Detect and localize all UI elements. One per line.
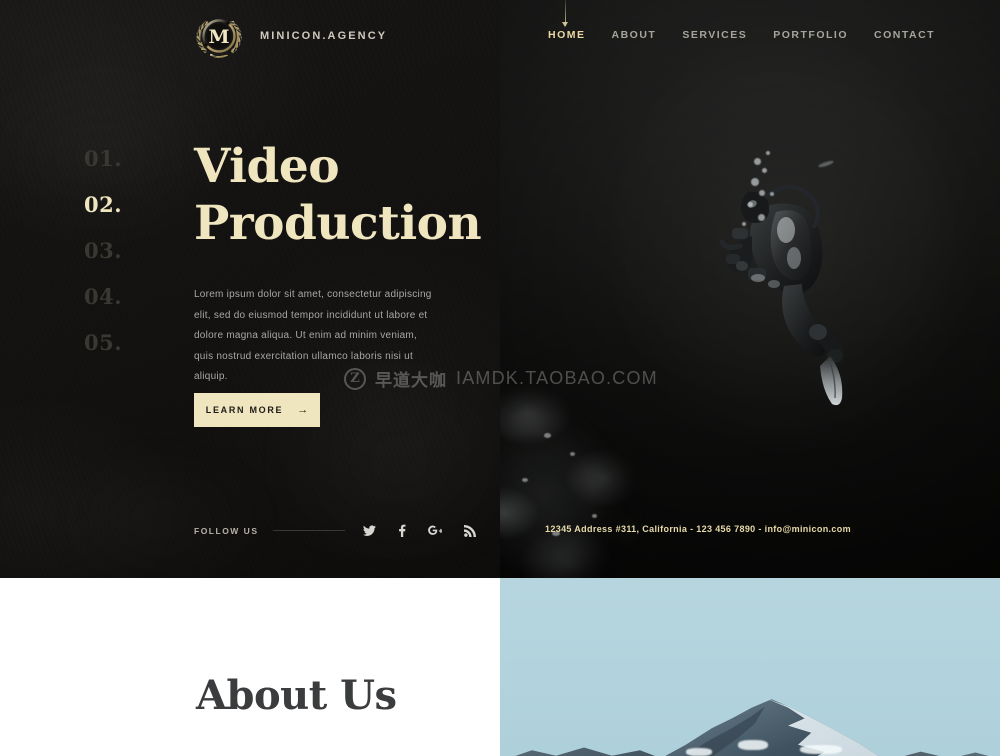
bubble-icon [754, 158, 761, 165]
slide-pagination: 01. 02. 03. 04. 05. [84, 146, 122, 355]
bubble-icon [766, 151, 770, 155]
nav-item-about[interactable]: ABOUT [612, 29, 657, 41]
diver-figure [718, 150, 868, 410]
nav-item-portfolio[interactable]: PORTFOLIO [773, 29, 848, 41]
twitter-icon[interactable] [362, 524, 376, 537]
brand-name: MINICON.AGENCY [260, 30, 388, 42]
bubble-icon [770, 192, 774, 196]
reef-highlight [592, 514, 597, 518]
snow-patch [686, 748, 712, 756]
hero-title: Video Production [194, 138, 494, 253]
svg-text:M: M [208, 26, 229, 48]
bubble-icon [751, 178, 759, 186]
slide-number-02[interactable]: 02. [84, 192, 122, 217]
about-section: About Us Who We Are? [0, 578, 1000, 756]
bubble-icon [742, 222, 746, 226]
slide-number-01[interactable]: 01. [84, 146, 122, 171]
snow-patch [800, 745, 842, 754]
facebook-icon[interactable] [398, 524, 406, 537]
nav-item-contact[interactable]: CONTACT [874, 29, 935, 41]
page-root: 12345 Address #311, California - 123 456… [0, 0, 1000, 756]
hero-title-line-1: Video [194, 139, 340, 194]
about-title: About Us [196, 672, 397, 719]
bubble-icon [758, 214, 765, 221]
reef-highlight [570, 452, 575, 456]
nav-item-services[interactable]: SERVICES [682, 29, 747, 41]
active-nav-indicator [562, 0, 568, 27]
slide-number-03[interactable]: 03. [84, 238, 122, 263]
slide-number-04[interactable]: 04. [84, 284, 122, 309]
slide-number-05[interactable]: 05. [84, 330, 122, 355]
arrow-right-icon: → [297, 403, 309, 416]
foothill-left [500, 747, 680, 756]
rss-icon[interactable] [463, 524, 476, 537]
snow-patch [738, 740, 768, 750]
bubble-icon [762, 168, 767, 173]
learn-more-label: LEARN MORE [205, 405, 284, 415]
about-text-panel [0, 578, 500, 756]
social-links [362, 524, 476, 537]
hero-title-line-2: Production [194, 196, 482, 252]
about-mountain-image [500, 578, 1000, 756]
bubble-icon [759, 190, 765, 196]
hero-paragraph: Lorem ipsum dolor sit amet, consectetur … [194, 289, 432, 382]
diver-silhouette-icon [719, 185, 844, 406]
reef-highlight [544, 433, 551, 438]
reef-rock-texture [500, 358, 700, 578]
follow-us-label: FOLLOW US [194, 525, 259, 536]
reef-highlight [522, 478, 528, 482]
hero-section: 12345 Address #311, California - 123 456… [0, 0, 1000, 578]
contact-info-bar[interactable]: 12345 Address #311, California - 123 456… [545, 524, 851, 534]
main-navigation: HOME ABOUT SERVICES PORTFOLIO CONTACT [548, 29, 935, 41]
follow-us-bar: FOLLOW US [194, 524, 476, 537]
laurel-wreath-monogram-icon: M [192, 9, 246, 63]
hero-diver-image: 12345 Address #311, California - 123 456… [500, 0, 1000, 578]
google-plus-icon[interactable] [427, 525, 442, 537]
brand-logo[interactable]: M MINICON.AGENCY [192, 9, 387, 63]
nav-item-home[interactable]: HOME [548, 29, 586, 41]
learn-more-button[interactable]: LEARN MORE → [194, 393, 320, 427]
divider-line [272, 530, 345, 531]
bubble-icon [748, 202, 753, 207]
